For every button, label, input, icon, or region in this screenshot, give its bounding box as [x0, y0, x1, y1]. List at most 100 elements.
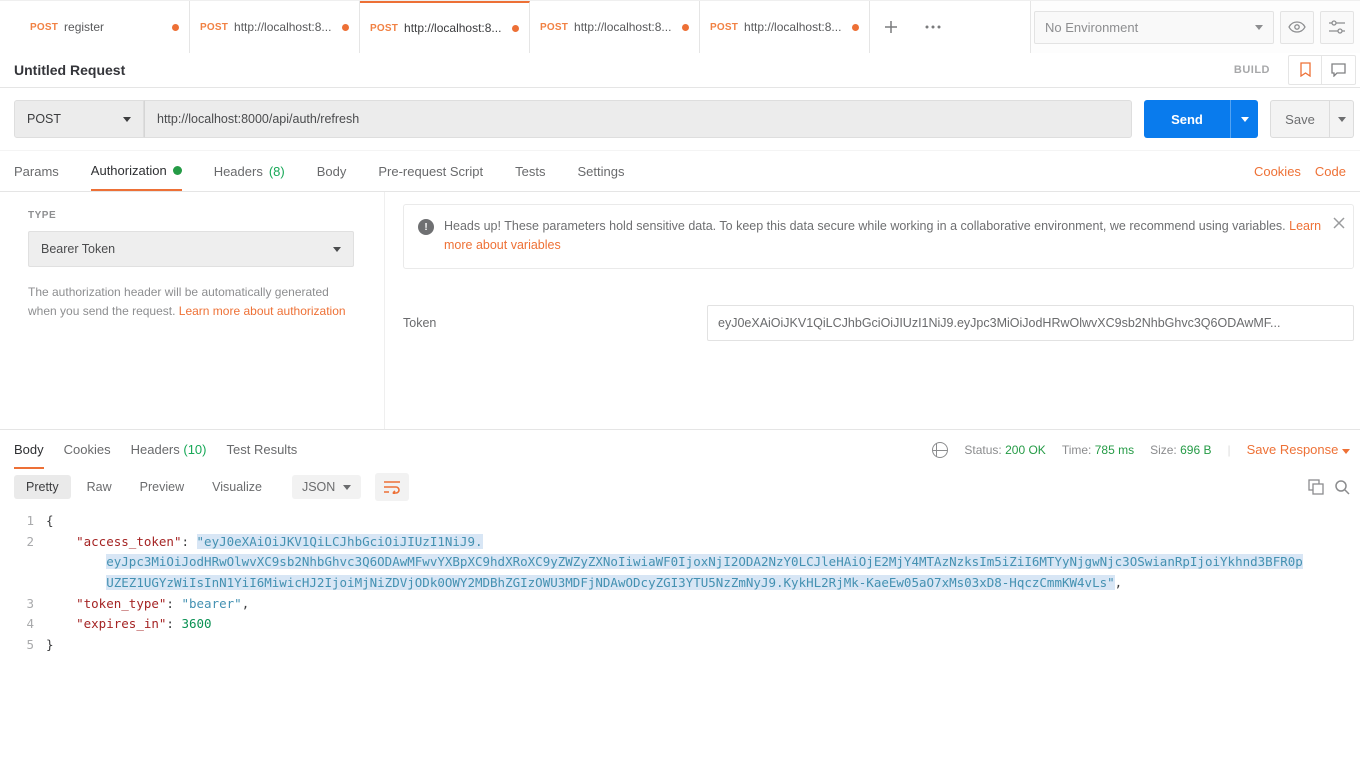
- tab-method: POST: [200, 22, 228, 33]
- send-button[interactable]: Send: [1144, 100, 1230, 138]
- url-row: POST http://localhost:8000/api/auth/refr…: [0, 88, 1360, 151]
- build-label[interactable]: BUILD: [1234, 64, 1270, 76]
- response-body-code[interactable]: 1{ 2 "access_token": "eyJ0eXAiOiJKV1QiLC…: [0, 505, 1360, 655]
- modified-dot-icon: [172, 24, 179, 31]
- token-input[interactable]: eyJ0eXAiOiJKV1QiLCJhbGciOiJIUzI1NiJ9.eyJ…: [707, 305, 1354, 341]
- notice-bar: ! Heads up! These parameters hold sensit…: [403, 204, 1354, 269]
- send-group: Send: [1144, 100, 1258, 138]
- tab-2-active[interactable]: POST http://localhost:8...: [360, 1, 530, 53]
- save-options-button[interactable]: [1330, 100, 1354, 138]
- chevron-down-icon: [1255, 25, 1263, 30]
- auth-type-label: TYPE: [28, 210, 364, 221]
- modified-dot-icon: [512, 25, 519, 32]
- code-line-3: 3 "token_type": "bearer",: [6, 594, 1360, 615]
- tab-authorization[interactable]: Authorization: [91, 151, 182, 191]
- environment-value: No Environment: [1045, 20, 1138, 35]
- auth-learn-more-link[interactable]: Learn more about authorization: [179, 304, 346, 318]
- close-button[interactable]: [1333, 217, 1345, 229]
- auth-panel: TYPE Bearer Token The authorization head…: [0, 191, 1360, 429]
- search-button[interactable]: [1334, 479, 1350, 495]
- request-header: Untitled Request BUILD: [0, 52, 1360, 88]
- chevron-down-icon: [1342, 449, 1350, 454]
- tab-body[interactable]: Body: [317, 151, 347, 191]
- method-select[interactable]: POST: [14, 100, 144, 138]
- tab-prerequest[interactable]: Pre-request Script: [378, 151, 483, 191]
- auth-type-value: Bearer Token: [41, 242, 115, 256]
- response-meta: Status: 200 OK Time: 785 ms Size: 696 B …: [932, 442, 1350, 458]
- tab-params[interactable]: Params: [14, 151, 59, 191]
- tab-3[interactable]: POST http://localhost:8...: [530, 1, 700, 53]
- comments-button[interactable]: [1322, 55, 1356, 85]
- size-block: Size: 696 B: [1150, 443, 1211, 457]
- save-response-button[interactable]: Save Response: [1247, 442, 1350, 457]
- preview-button[interactable]: Preview: [128, 475, 196, 499]
- chevron-down-icon: [123, 117, 131, 122]
- save-button[interactable]: Save: [1270, 100, 1330, 138]
- resp-headers-count: (10): [183, 442, 206, 457]
- send-options-button[interactable]: [1230, 100, 1258, 138]
- cookies-link[interactable]: Cookies: [1254, 164, 1301, 179]
- copy-button[interactable]: [1308, 479, 1324, 495]
- chevron-down-icon: [333, 247, 341, 252]
- tab-1[interactable]: POST http://localhost:8...: [190, 1, 360, 53]
- wrap-icon: [383, 480, 401, 494]
- tab-method: POST: [710, 22, 738, 33]
- env-quicklook-button[interactable]: [1280, 11, 1314, 44]
- tab-bar: POST register POST http://localhost:8...…: [0, 1, 1030, 53]
- tab-label: http://localhost:8...: [744, 20, 841, 34]
- plus-icon: [884, 20, 898, 34]
- tab-4[interactable]: POST http://localhost:8...: [700, 1, 870, 53]
- ellipsis-icon: [925, 25, 941, 29]
- active-dot-icon: [173, 166, 182, 175]
- response-header: Body Cookies Headers (10) Test Results S…: [0, 429, 1360, 469]
- eye-icon: [1288, 21, 1306, 33]
- modified-dot-icon: [682, 24, 689, 31]
- top-row: POST register POST http://localhost:8...…: [0, 0, 1360, 52]
- tab-tests[interactable]: Tests: [515, 151, 545, 191]
- environment-select[interactable]: No Environment: [1034, 11, 1274, 44]
- env-settings-button[interactable]: [1320, 11, 1354, 44]
- notice-text: Heads up! These parameters hold sensitiv…: [444, 219, 1289, 233]
- pretty-button[interactable]: Pretty: [14, 475, 71, 499]
- tab-settings[interactable]: Settings: [577, 151, 624, 191]
- url-input[interactable]: http://localhost:8000/api/auth/refresh: [144, 100, 1132, 138]
- headers-count: (8): [269, 164, 285, 179]
- token-row: Token eyJ0eXAiOiJKV1QiLCJhbGciOiJIUzI1Ni…: [403, 305, 1354, 341]
- add-tab-button[interactable]: [870, 1, 912, 53]
- tab-authorization-label: Authorization: [91, 163, 167, 178]
- format-select[interactable]: JSON: [292, 475, 361, 499]
- chevron-down-icon: [1241, 117, 1249, 122]
- code-line-4: 4 "expires_in": 3600: [6, 614, 1360, 635]
- auth-description: The authorization header will be automat…: [28, 283, 358, 321]
- time-block: Time: 785 ms: [1062, 443, 1134, 457]
- tab-label: register: [64, 20, 104, 34]
- globe-icon[interactable]: [932, 442, 948, 458]
- sliders-icon: [1329, 20, 1345, 34]
- tab-0[interactable]: POST register: [20, 1, 190, 53]
- code-line-2: 2 "access_token": "eyJ0eXAiOiJKV1QiLCJhb…: [6, 532, 1360, 594]
- tab-headers[interactable]: Headers (8): [214, 151, 285, 191]
- response-toolbar: Pretty Raw Preview Visualize JSON: [0, 469, 1360, 505]
- raw-button[interactable]: Raw: [75, 475, 124, 499]
- status-block: Status: 200 OK: [964, 443, 1045, 457]
- resp-tab-cookies[interactable]: Cookies: [64, 442, 111, 457]
- token-label: Token: [403, 316, 703, 330]
- resp-tab-test-results[interactable]: Test Results: [227, 442, 298, 457]
- chevron-down-icon: [343, 485, 351, 490]
- code-link[interactable]: Code: [1315, 164, 1346, 179]
- wrap-lines-button[interactable]: [375, 473, 409, 501]
- save-group: Save: [1270, 100, 1354, 138]
- close-icon: [1333, 217, 1345, 229]
- more-tabs-button[interactable]: [912, 1, 954, 53]
- auth-type-select[interactable]: Bearer Token: [28, 231, 354, 267]
- auth-left: TYPE Bearer Token The authorization head…: [0, 192, 385, 429]
- url-value: http://localhost:8000/api/auth/refresh: [157, 112, 359, 126]
- visualize-button[interactable]: Visualize: [200, 475, 274, 499]
- tab-label: http://localhost:8...: [404, 21, 501, 35]
- resp-tab-headers[interactable]: Headers (10): [131, 442, 207, 457]
- bookmark-icon: [1299, 62, 1312, 77]
- environment-bar: No Environment: [1030, 1, 1360, 53]
- bookmark-button[interactable]: [1288, 55, 1322, 85]
- resp-tab-body[interactable]: Body: [14, 442, 44, 469]
- size-value: 696 B: [1180, 443, 1211, 457]
